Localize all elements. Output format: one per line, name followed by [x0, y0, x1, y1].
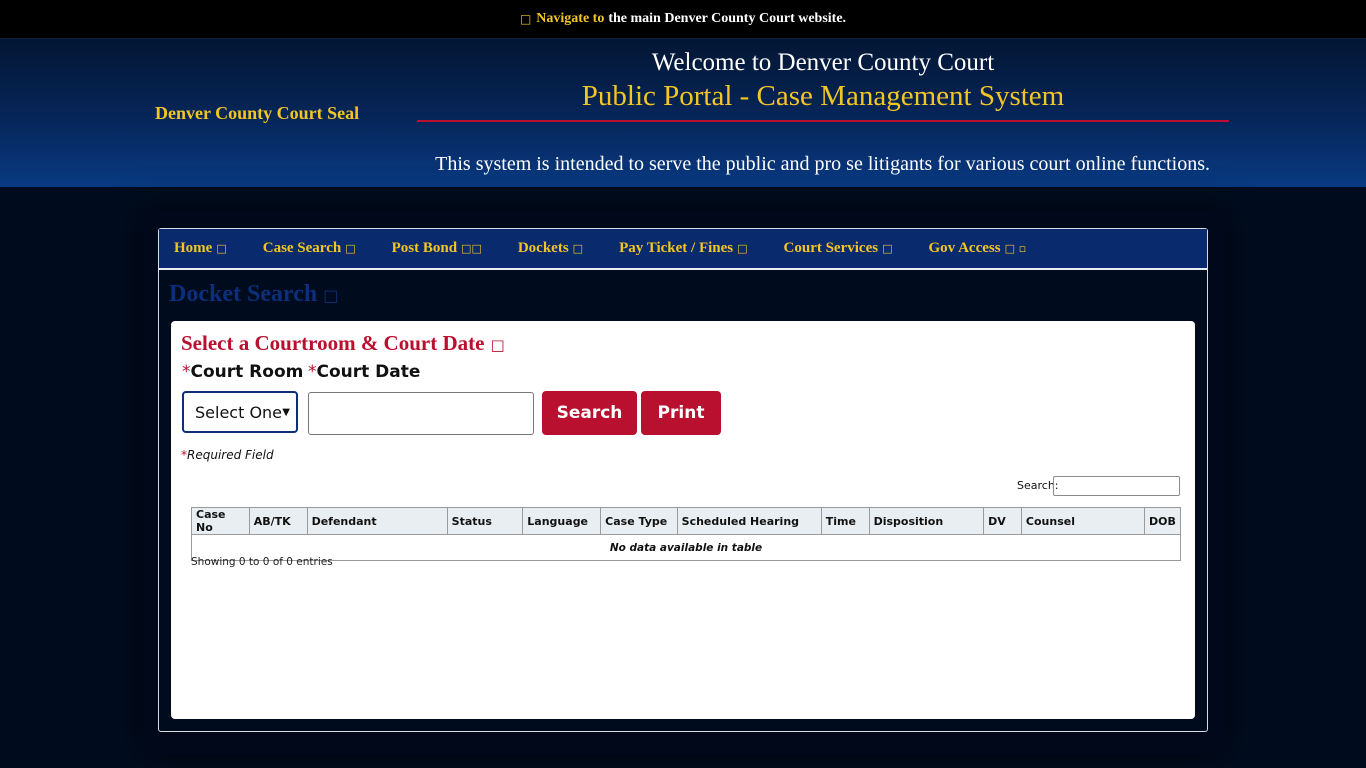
- required-field-note: *Required Field: [181, 448, 274, 462]
- court-room-label-text: Court Room: [190, 362, 304, 382]
- search-icon: □: [345, 242, 356, 255]
- chevron-down-icon: ▼: [282, 406, 290, 418]
- court-room-label: *Court Room: [182, 362, 303, 382]
- section-title-text: Select a Courtroom & Court Date: [181, 331, 485, 355]
- welcome-heading: Welcome to Denver County Court: [651, 49, 995, 76]
- court-seal-image: Denver County Court Seal: [155, 103, 360, 123]
- calendar-icon: □: [490, 336, 505, 354]
- nav-post-bond[interactable]: Post Bond □□: [392, 240, 482, 257]
- search-button[interactable]: Search: [542, 391, 637, 435]
- required-note-text: Required Field: [187, 448, 274, 462]
- home-icon: □: [216, 242, 227, 255]
- payment-icon: □: [737, 242, 748, 255]
- column-header-counsel[interactable]: Counsel: [1020, 507, 1146, 535]
- print-button[interactable]: Print: [641, 391, 721, 435]
- court-date-label-text: Court Date: [316, 362, 421, 382]
- page-title: Docket Search □: [169, 281, 338, 308]
- nav-home-label: Home: [174, 240, 213, 256]
- column-header-dv[interactable]: DV: [983, 507, 1022, 535]
- nav-pay-ticket[interactable]: Pay Ticket / Fines □: [619, 240, 747, 257]
- nav-gov-access[interactable]: Gov Access □ ▫: [928, 240, 1026, 257]
- nav-home[interactable]: Home □: [174, 240, 227, 257]
- docket-icon: □: [572, 242, 584, 255]
- nav-pay-ticket-label: Pay Ticket / Fines: [619, 240, 734, 256]
- nav-dockets-label: Dockets: [517, 240, 569, 256]
- nav-court-services-label: Court Services: [783, 240, 879, 256]
- page-title-text: Docket Search: [169, 281, 318, 307]
- column-header-dob[interactable]: DOB: [1144, 507, 1181, 535]
- header-divider: [417, 120, 1229, 122]
- main-nav: Home □ Case Search □ Post Bond □□ Dockets □ …: [159, 229, 1207, 270]
- empty-table-message: No data available in table: [191, 534, 1181, 561]
- nav-post-bond-label: Post Bond: [391, 240, 458, 256]
- nav-case-search-label: Case Search: [262, 240, 342, 256]
- top-banner: □ Navigate to the main Denver County Cou…: [0, 0, 1366, 39]
- main-site-text: the main Denver County Court website.: [608, 11, 847, 26]
- column-header-case-type[interactable]: Case Type: [600, 507, 678, 535]
- docket-table: Case No AB/TK Defendant Status Language …: [191, 507, 1181, 561]
- table-header-row: Case No AB/TK Defendant Status Language …: [191, 507, 1181, 535]
- court-date-input[interactable]: [308, 392, 534, 435]
- lock-icon: □ ▫: [1004, 242, 1027, 255]
- services-icon: □: [882, 242, 893, 255]
- external-link-icon: □: [519, 12, 532, 26]
- table-info: Showing 0 to 0 of 0 entries: [191, 556, 333, 568]
- court-room-selected-value: Select One: [195, 402, 283, 422]
- bond-icon: □□: [461, 242, 482, 255]
- main-frame: Home □ Case Search □ Post Bond □□ Dockets □ …: [158, 228, 1208, 732]
- nav-gov-access-label: Gov Access: [928, 240, 1001, 256]
- nav-court-services[interactable]: Court Services □: [784, 240, 893, 257]
- column-header-status[interactable]: Status: [446, 507, 524, 535]
- table-row: No data available in table: [191, 534, 1181, 561]
- column-header-language[interactable]: Language: [522, 507, 602, 535]
- column-header-scheduled-hearing[interactable]: Scheduled Hearing: [676, 507, 822, 535]
- site-header: Denver County Court Seal Welcome to Denv…: [0, 39, 1366, 187]
- main-site-link[interactable]: Navigate to: [536, 11, 604, 27]
- column-header-case-no[interactable]: Case No: [191, 507, 250, 535]
- docket-title-icon: □: [323, 286, 339, 305]
- column-header-disposition[interactable]: Disposition: [868, 507, 985, 535]
- court-date-label: *Court Date: [308, 362, 420, 382]
- nav-case-search[interactable]: Case Search □: [263, 240, 356, 257]
- required-asterisk: *: [308, 362, 317, 382]
- court-room-select[interactable]: Select One ▼: [182, 391, 298, 433]
- docket-search-card: Select a Courtroom & Court Date □ *Court …: [171, 321, 1195, 719]
- portal-heading: Public Portal - Case Management System: [581, 80, 1065, 112]
- section-title: Select a Courtroom & Court Date □: [181, 331, 505, 356]
- header-tagline: This system is intended to serve the pub…: [435, 153, 1210, 175]
- nav-dockets[interactable]: Dockets □: [518, 240, 583, 257]
- column-header-time[interactable]: Time: [820, 507, 870, 535]
- table-search-input[interactable]: [1053, 476, 1180, 496]
- column-header-ab-tk[interactable]: AB/TK: [248, 507, 308, 535]
- required-asterisk: *: [182, 362, 191, 382]
- column-header-defendant[interactable]: Defendant: [306, 507, 448, 535]
